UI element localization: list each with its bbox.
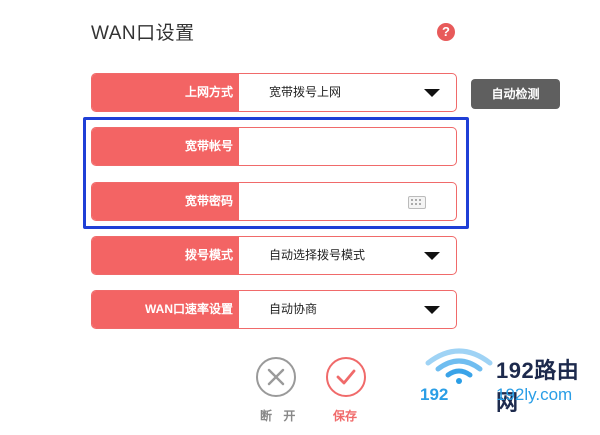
wifi-icon (425, 348, 493, 384)
dial-mode-label: 拨号模式 (92, 237, 239, 274)
help-icon[interactable]: ? (437, 23, 455, 41)
chevron-down-icon[interactable] (424, 89, 440, 97)
watermark: 192路由网 192 192ly.com (420, 343, 600, 415)
page-title: WAN口设置 (91, 23, 195, 44)
wan-speed-label: WAN口速率设置 (92, 291, 239, 328)
wan-speed-value: 自动协商 (269, 302, 318, 316)
close-icon (267, 368, 285, 386)
disconnect-button[interactable] (256, 357, 296, 397)
watermark-domain: 192ly.com (496, 385, 573, 404)
auto-detect-button[interactable]: 自动检测 (471, 79, 560, 109)
disconnect-label[interactable]: 断 开 (260, 407, 299, 424)
chevron-down-icon[interactable] (424, 252, 440, 260)
connection-type-select[interactable]: 上网方式 宽带拨号上网 (91, 73, 457, 112)
dial-mode-value: 自动选择拨号模式 (269, 248, 366, 262)
connection-type-label: 上网方式 (92, 74, 239, 111)
wan-speed-select[interactable]: WAN口速率设置 自动协商 (91, 290, 457, 329)
connection-type-value: 宽带拨号上网 (269, 85, 342, 99)
watermark-prefix: 192 (420, 385, 449, 404)
chevron-down-icon[interactable] (424, 306, 440, 314)
save-button[interactable] (326, 357, 366, 397)
save-label[interactable]: 保存 (333, 407, 357, 424)
dial-mode-select[interactable]: 拨号模式 自动选择拨号模式 (91, 236, 457, 275)
checkmark-icon (336, 369, 356, 385)
highlight-box (83, 117, 469, 229)
